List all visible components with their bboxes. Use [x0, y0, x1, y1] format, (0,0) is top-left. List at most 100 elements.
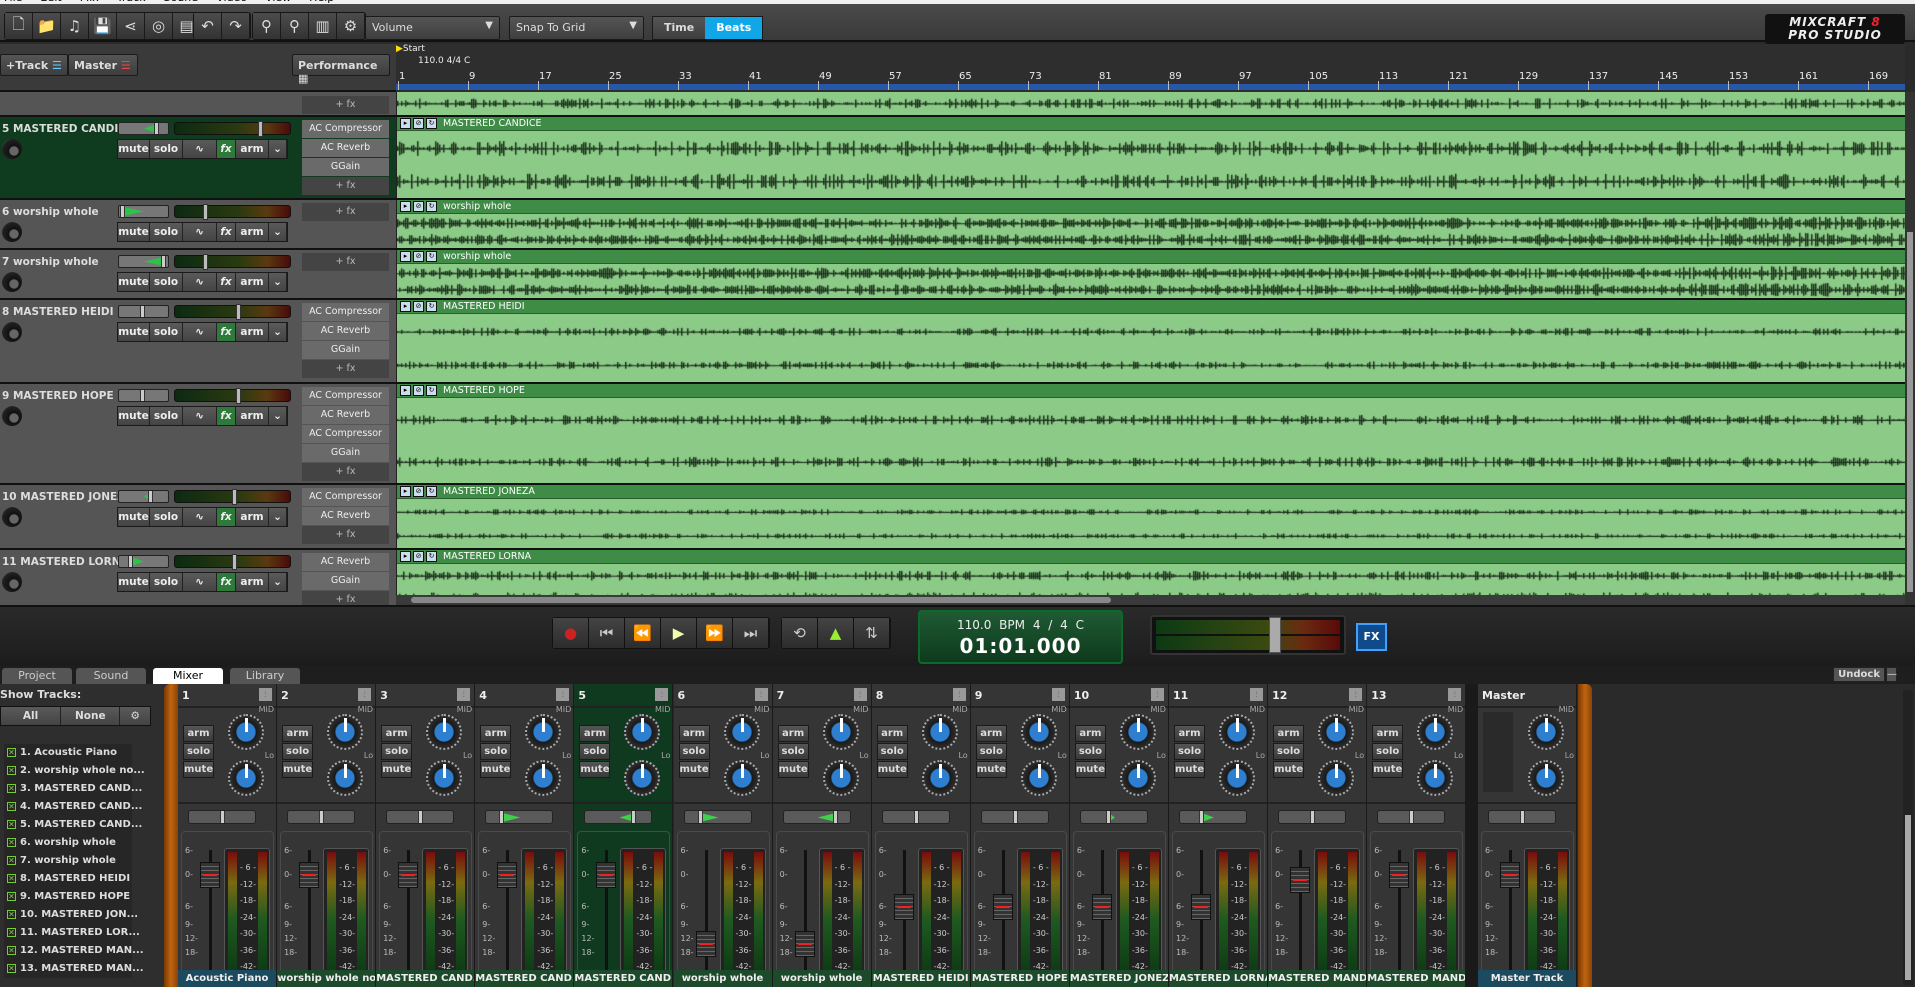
pan-slider[interactable]	[584, 810, 653, 824]
automation-button[interactable]: ∿	[183, 573, 217, 591]
track-visibility-item[interactable]: ✕ 9. MASTERED HOPE	[4, 888, 132, 906]
volume-fader[interactable]	[299, 862, 320, 888]
fx-slot[interactable]: AC Reverb	[302, 406, 389, 424]
eq-settings-icon[interactable]: ⫶	[1250, 688, 1263, 701]
volume-dropdown[interactable]: Volume ▼	[365, 16, 500, 40]
mute-button[interactable]: mute	[118, 140, 150, 158]
pan-handle[interactable]	[1012, 811, 1018, 823]
fx-slot[interactable]: AC Compressor	[302, 120, 389, 138]
solo-button[interactable]: solo	[777, 743, 809, 760]
track-lane[interactable]: ▸ ⊘ ↻ worship whole	[396, 250, 1905, 298]
volume-handle[interactable]	[232, 489, 238, 505]
pan-slider[interactable]	[1079, 810, 1148, 824]
add-fx-button[interactable]: + fx	[302, 177, 389, 195]
automation-button[interactable]: ∿	[183, 508, 217, 526]
checkbox-checked-icon[interactable]: ✕	[7, 964, 16, 973]
eq-lo-knob[interactable]	[525, 760, 562, 796]
clip-header[interactable]: ▸ ⊘ ↻ MASTERED HOPE	[397, 384, 1905, 398]
eq-mid-knob[interactable]	[1318, 714, 1355, 750]
track-menu-button[interactable]: ⌄	[269, 223, 287, 241]
pan-handle[interactable]	[319, 811, 325, 823]
eq-mid-knob[interactable]	[525, 714, 562, 750]
volume-handle[interactable]	[202, 254, 208, 270]
volume-fader[interactable]	[1091, 894, 1112, 920]
clip-expand-icon[interactable]: ▸	[400, 251, 411, 262]
clip-mute-icon[interactable]: ⊘	[413, 118, 424, 129]
arm-button[interactable]: arm	[1273, 725, 1305, 742]
eq-settings-icon[interactable]: ⫶	[457, 688, 471, 701]
eq-lo-knob[interactable]	[822, 760, 859, 796]
solo-button[interactable]: solo	[150, 407, 183, 425]
track-name[interactable]: 10 MASTERED JONEZA	[2, 491, 133, 503]
channel-name[interactable]: MASTERED JONEZA	[1069, 970, 1168, 987]
channel-name[interactable]: MASTERED HOPE	[970, 970, 1069, 987]
arm-button[interactable]: arm	[381, 725, 413, 742]
clip-loop-icon[interactable]: ↻	[426, 551, 437, 562]
track-name[interactable]: 6 worship whole	[2, 206, 99, 218]
burn-cd-button[interactable]: ◎	[145, 13, 173, 39]
checkbox-checked-icon[interactable]: ✕	[7, 856, 16, 865]
volume-fader[interactable]	[398, 862, 419, 888]
channel-name[interactable]: worship whole no...	[277, 970, 376, 987]
volume-fader[interactable]	[1389, 862, 1410, 888]
track-header[interactable]: 9 MASTERED HOPE mute solo ∿ fx arm ⌄ AC Compres…	[0, 384, 396, 483]
pan-handle[interactable]	[147, 491, 153, 502]
pan-slider[interactable]	[287, 810, 356, 824]
mute-button[interactable]: mute	[678, 761, 710, 778]
clip-mute-icon[interactable]: ⊘	[413, 385, 424, 396]
volume-slider[interactable]	[174, 204, 291, 220]
track-visibility-item[interactable]: ✕ 5. MASTERED CAND...	[4, 816, 142, 834]
pan-handle[interactable]	[160, 256, 166, 267]
save-button[interactable]: 💾	[89, 13, 117, 39]
fx-slot[interactable]: AC Reverb	[302, 322, 389, 340]
track-lane[interactable]: ▸ ⊘ ↻ MASTERED HEIDI	[396, 300, 1905, 382]
volume-fader[interactable]	[1290, 867, 1311, 894]
volume-fader[interactable]	[497, 862, 518, 888]
mute-button[interactable]: mute	[183, 761, 214, 778]
eq-mid-knob[interactable]	[1219, 714, 1255, 750]
track-visibility-item[interactable]: ✕ 2. worship whole no...	[4, 762, 145, 780]
eq-settings-icon[interactable]: ⫶	[952, 688, 966, 701]
eq-lo-knob[interactable]	[327, 760, 364, 796]
fx-button[interactable]: fx	[217, 573, 236, 591]
snap-dropdown[interactable]: Snap To Grid ▼	[509, 16, 644, 40]
fx-slot[interactable]: AC Reverb	[302, 553, 389, 571]
solo-button[interactable]: solo	[381, 743, 413, 760]
clip-loop-icon[interactable]: ↻	[426, 118, 437, 129]
eq-lo-knob[interactable]	[1020, 760, 1057, 796]
master-fx-button[interactable]: FX	[1356, 623, 1387, 651]
add-fx-button[interactable]: + fx	[302, 463, 389, 481]
eq-lo-knob[interactable]	[1318, 760, 1355, 796]
clip-loop-icon[interactable]: ↻	[426, 201, 437, 212]
eq-mid-knob[interactable]	[228, 714, 264, 750]
solo-button[interactable]: solo	[150, 140, 183, 158]
arm-button[interactable]: arm	[1372, 725, 1404, 742]
mute-button[interactable]: mute	[579, 761, 611, 778]
scroll-thumb[interactable]	[1907, 232, 1913, 592]
eq-mid-knob[interactable]	[1528, 714, 1564, 750]
zoom-out-button[interactable]: ⚲	[281, 13, 309, 39]
pan-slider[interactable]	[386, 810, 455, 824]
mute-button[interactable]: mute	[118, 407, 150, 425]
pan-slider[interactable]	[118, 255, 169, 268]
add-track-button[interactable]: +Track ☰	[0, 54, 68, 76]
channel-name[interactable]: MASTERED MAND...	[1268, 970, 1367, 987]
arm-button[interactable]: arm	[975, 725, 1007, 742]
track-name[interactable]: 9 MASTERED HOPE	[2, 390, 114, 402]
channel-name[interactable]: Acoustic Piano	[178, 970, 276, 987]
add-fx-button[interactable]: + fx	[302, 203, 389, 221]
pan-slider[interactable]	[782, 810, 851, 824]
fx-slot[interactable]: AC Reverb	[302, 507, 389, 525]
volume-handle[interactable]	[202, 204, 208, 220]
clip-loop-icon[interactable]: ↻	[426, 251, 437, 262]
undo-button[interactable]: ↶	[194, 13, 222, 39]
checkbox-checked-icon[interactable]: ✕	[7, 748, 16, 757]
eq-lo-knob[interactable]	[1528, 760, 1564, 796]
clip-expand-icon[interactable]: ▸	[400, 301, 411, 312]
pan-handle[interactable]	[1105, 811, 1111, 823]
track-menu-button[interactable]: ⌄	[269, 140, 287, 158]
fx-button[interactable]: fx	[217, 508, 236, 526]
pan-handle[interactable]	[139, 306, 145, 317]
eq-settings-icon[interactable]: ⫶	[1448, 688, 1462, 701]
volume-handle[interactable]	[257, 121, 263, 137]
